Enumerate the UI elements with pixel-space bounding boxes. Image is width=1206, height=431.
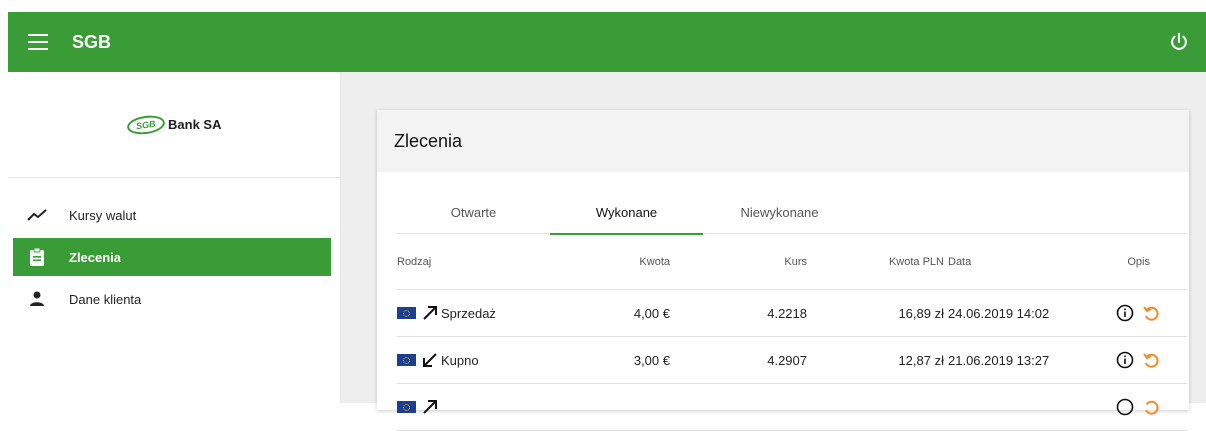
rodzaj-label: Sprzedaż — [441, 305, 496, 321]
header-opis: Opis — [1127, 255, 1150, 268]
opis-cell — [1092, 337, 1172, 383]
undo-icon[interactable] — [1142, 304, 1160, 322]
table-header: Rodzaj Kwota Kurs Kwota PLN Data Opis — [397, 234, 1187, 290]
table-row[interactable]: Sprzedaż 4,00 € 4.2218 16,89 zł 24.06.20… — [397, 290, 1187, 337]
opis-cell — [1092, 290, 1172, 336]
hamburger-menu-icon[interactable] — [28, 34, 48, 50]
order-tabs: Otwarte Wykonane Niewykonane — [397, 190, 1187, 235]
undo-icon[interactable] — [1142, 351, 1160, 369]
tab-niewykonane[interactable]: Niewykonane — [703, 190, 856, 234]
undo-icon[interactable] — [1142, 398, 1160, 416]
person-icon — [25, 287, 49, 311]
header-kwota-pln[interactable]: Kwota PLN — [807, 234, 944, 289]
orders-card: Zlecenia Otwarte Wykonane Niewykonane Ro… — [377, 110, 1189, 431]
kurs-cell: 4.2218 — [767, 305, 807, 321]
info-icon[interactable] — [1116, 351, 1134, 369]
card-title: Zlecenia — [377, 110, 1189, 172]
power-icon[interactable] — [1168, 31, 1190, 53]
header-kurs[interactable]: Kurs — [667, 234, 807, 289]
arrow-up-right-icon — [423, 400, 437, 414]
arrow-down-left-icon — [423, 353, 437, 367]
table-row-partial[interactable] — [397, 384, 1187, 431]
table-row[interactable]: Kupno 3,00 € 4.2907 12,87 zł 21.06.2019 … — [397, 337, 1187, 384]
kwota-cell: 3,00 € — [633, 352, 670, 368]
sidebar-item-kursy-walut[interactable]: Kursy walut — [13, 196, 331, 234]
sidebar: SGB Bank SA Kursy walut Zlecenia Dane kl… — [8, 72, 341, 403]
top-app-bar: SGB — [8, 12, 1206, 72]
kwota-cell: 4,00 € — [633, 305, 670, 321]
logo-name: Bank SA — [168, 117, 222, 132]
tab-otwarte[interactable]: Otwarte — [397, 190, 550, 234]
bank-logo: SGB Bank SA — [8, 72, 340, 178]
main-content: Zlecenia Otwarte Wykonane Niewykonane Ro… — [341, 72, 1206, 431]
rodzaj-label: Kupno — [441, 352, 479, 368]
data-cell: 24.06.2019 14:02 — [948, 305, 1050, 321]
info-icon[interactable] — [1116, 398, 1134, 416]
sidebar-item-zlecenia[interactable]: Zlecenia — [13, 238, 331, 276]
sidebar-item-label: Kursy walut — [69, 207, 137, 223]
opis-cell — [1092, 384, 1172, 430]
kurs-cell: 4.2907 — [767, 352, 807, 368]
logo-badge: SGB — [125, 112, 166, 137]
sidebar-item-dane-klienta[interactable]: Dane klienta — [13, 280, 331, 318]
app-title: SGB — [72, 31, 112, 52]
rodzaj-cell — [397, 384, 577, 430]
arrow-up-right-icon — [423, 306, 437, 320]
sidebar-nav: Kursy walut Zlecenia Dane klienta — [8, 178, 340, 318]
header-kwota[interactable]: Kwota — [547, 234, 670, 289]
sidebar-item-label: Zlecenia — [69, 249, 122, 265]
kwota-pln-cell: 12,87 zł — [898, 352, 944, 368]
eu-flag-icon — [397, 354, 416, 366]
kwota-pln-cell: 16,89 zł — [898, 305, 944, 321]
sidebar-item-label: Dane klienta — [69, 291, 142, 307]
orders-table: Rodzaj Kwota Kurs Kwota PLN Data Opis Sp… — [397, 234, 1187, 431]
trending-line-icon — [25, 203, 49, 227]
data-cell: 21.06.2019 13:27 — [948, 352, 1050, 368]
header-data[interactable]: Data — [948, 234, 1098, 289]
eu-flag-icon — [397, 307, 416, 319]
info-icon[interactable] — [1116, 304, 1134, 322]
tab-wykonane[interactable]: Wykonane — [550, 190, 703, 235]
clipboard-icon — [25, 245, 49, 269]
